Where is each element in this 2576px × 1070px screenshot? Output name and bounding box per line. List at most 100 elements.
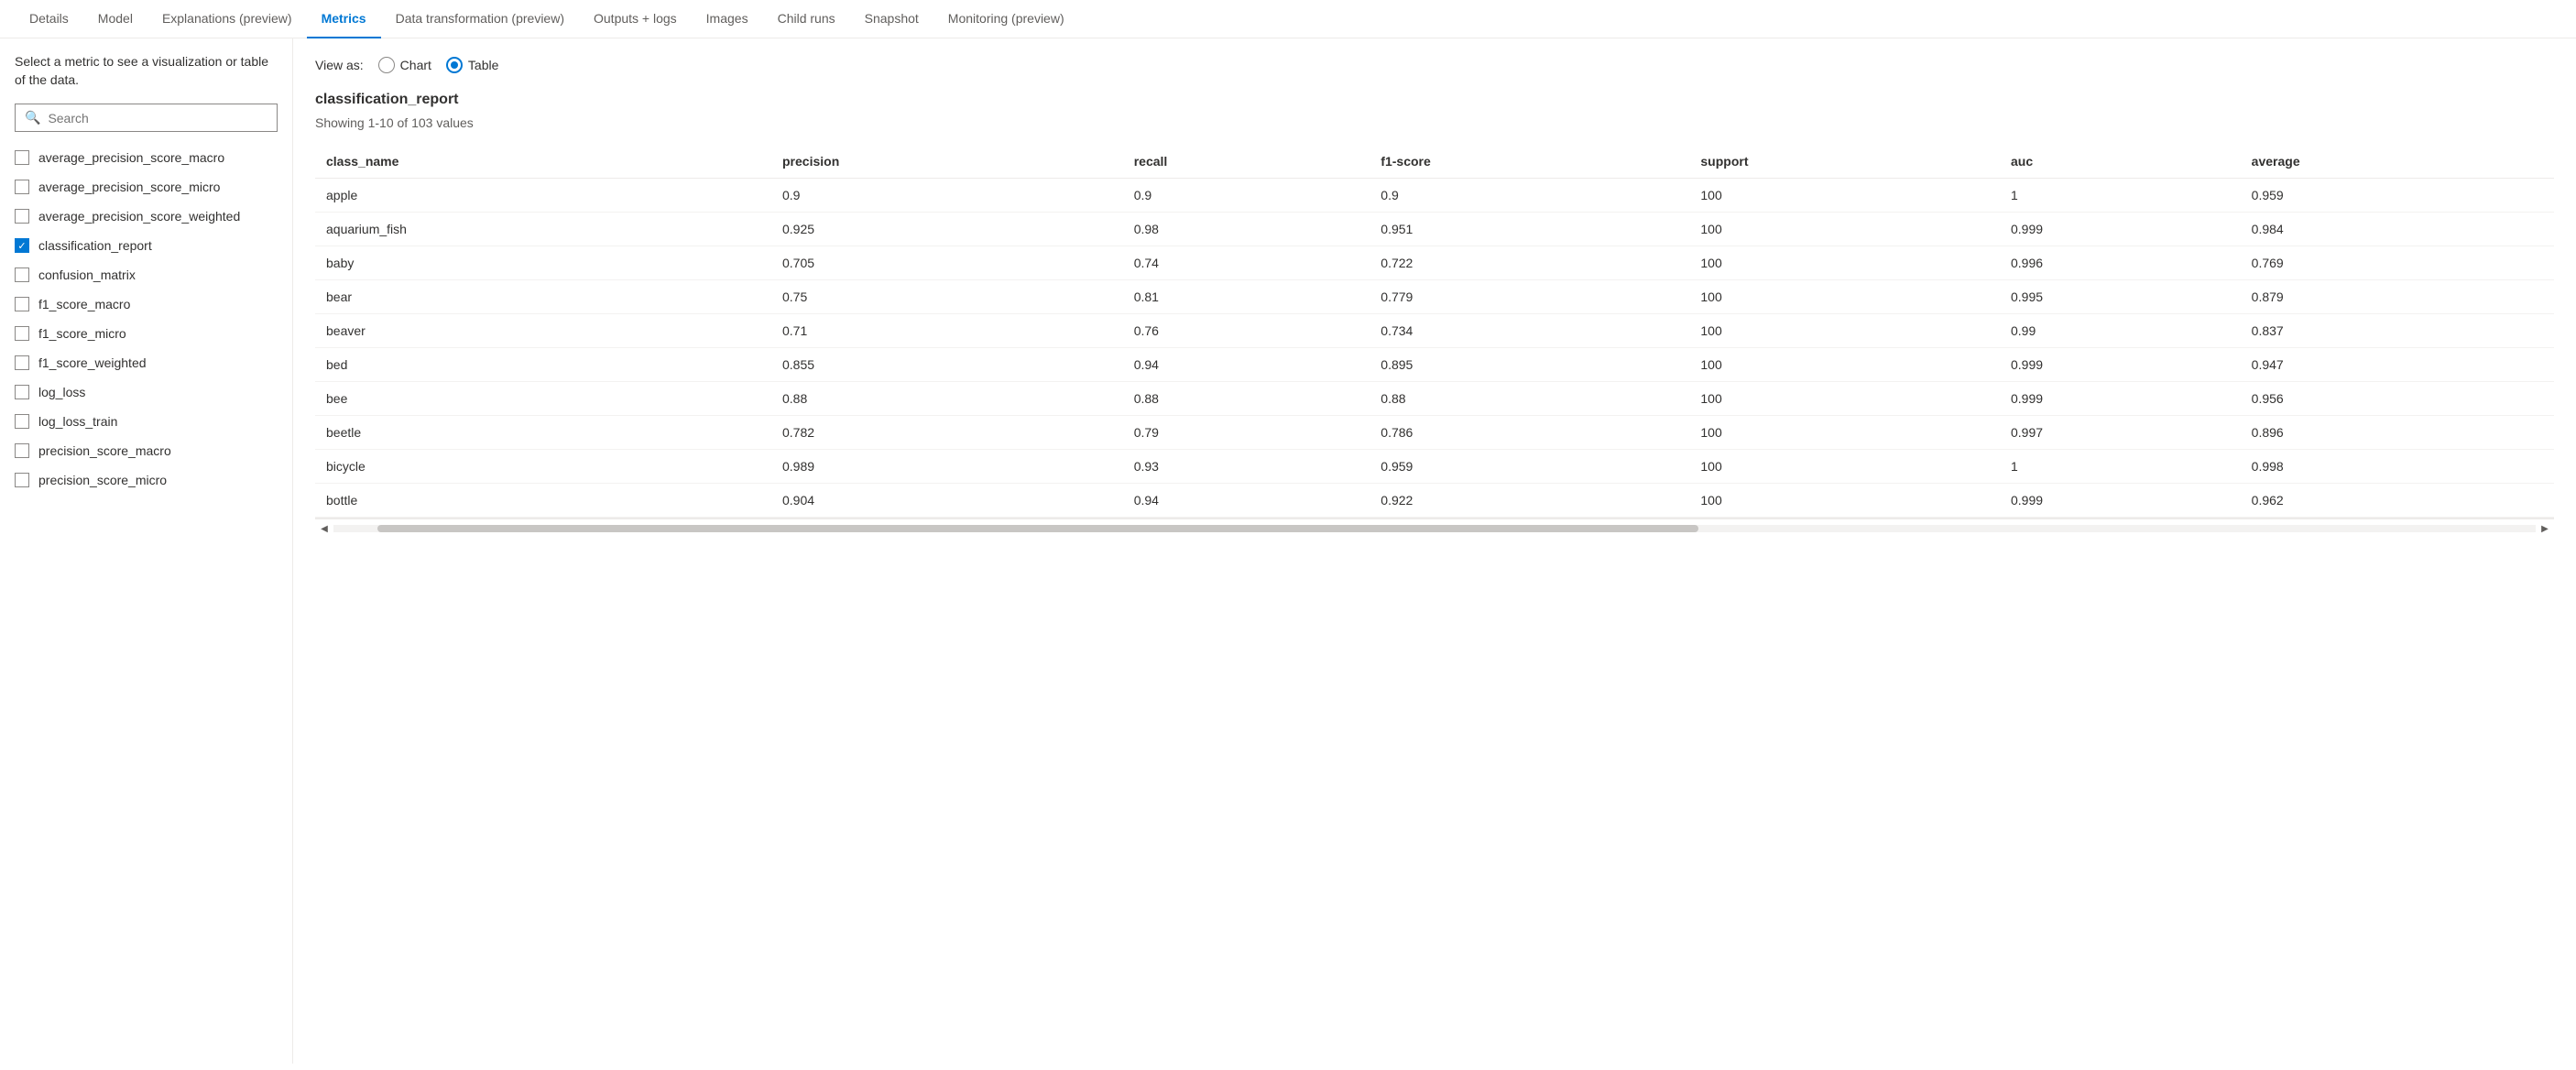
metric-item-avg-precision-micro[interactable]: average_precision_score_micro [0, 172, 292, 202]
cell-r0-c0: apple [315, 179, 771, 213]
tab-monitoring[interactable]: Monitoring (preview) [933, 0, 1079, 38]
chart-radio-circle[interactable] [378, 57, 395, 73]
cell-r6-c1: 0.88 [771, 382, 1123, 416]
tab-details[interactable]: Details [15, 0, 83, 38]
metric-checkbox-classification-report[interactable] [15, 238, 29, 253]
metric-item-f1-score-micro[interactable]: f1_score_micro [0, 319, 292, 348]
cell-r0-c2: 0.9 [1123, 179, 1370, 213]
horizontal-scrollbar[interactable]: ◀ ▶ [315, 519, 2554, 538]
table-body: apple0.90.90.910010.959aquarium_fish0.92… [315, 179, 2554, 518]
search-input[interactable] [48, 111, 267, 126]
cell-r2-c0: baby [315, 246, 771, 280]
tab-metrics[interactable]: Metrics [307, 0, 381, 38]
cell-r1-c2: 0.98 [1123, 213, 1370, 246]
tab-images[interactable]: Images [692, 0, 763, 38]
table-row: beetle0.7820.790.7861000.9970.896 [315, 416, 2554, 450]
table-header: class_nameprecisionrecallf1-scoresupport… [315, 145, 2554, 179]
cell-r7-c5: 0.997 [2000, 416, 2241, 450]
cell-r0-c1: 0.9 [771, 179, 1123, 213]
table-subtitle: Showing 1-10 of 103 values [315, 115, 2554, 130]
cell-r3-c0: bear [315, 280, 771, 314]
cell-r1-c6: 0.984 [2241, 213, 2554, 246]
metric-checkbox-f1-score-weighted[interactable] [15, 355, 29, 370]
metric-checkbox-log-loss-train[interactable] [15, 414, 29, 429]
metric-label-f1-score-macro: f1_score_macro [38, 297, 130, 311]
table-row: beaver0.710.760.7341000.990.837 [315, 314, 2554, 348]
tab-model[interactable]: Model [83, 0, 147, 38]
cell-r9-c6: 0.962 [2241, 484, 2554, 518]
table-radio-option[interactable]: Table [446, 57, 498, 73]
metric-label-confusion-matrix: confusion_matrix [38, 268, 136, 282]
metric-item-precision-score-macro[interactable]: precision_score_macro [0, 436, 292, 465]
cell-r1-c1: 0.925 [771, 213, 1123, 246]
metric-checkbox-avg-precision-weighted[interactable] [15, 209, 29, 224]
cell-r7-c0: beetle [315, 416, 771, 450]
cell-r9-c0: bottle [315, 484, 771, 518]
metric-checkbox-f1-score-micro[interactable] [15, 326, 29, 341]
cell-r9-c3: 0.922 [1370, 484, 1689, 518]
col-header-auc: auc [2000, 145, 2241, 179]
sidebar: Select a metric to see a visualization o… [0, 38, 293, 1064]
cell-r8-c4: 100 [1689, 450, 2000, 484]
metric-checkbox-f1-score-macro[interactable] [15, 297, 29, 311]
col-header-f1-score: f1-score [1370, 145, 1689, 179]
metric-item-log-loss-train[interactable]: log_loss_train [0, 407, 292, 436]
table-radio-circle[interactable] [446, 57, 463, 73]
cell-r5-c5: 0.999 [2000, 348, 2241, 382]
metric-item-confusion-matrix[interactable]: confusion_matrix [0, 260, 292, 289]
cell-r7-c3: 0.786 [1370, 416, 1689, 450]
metric-label-avg-precision-weighted: average_precision_score_weighted [38, 209, 240, 224]
content-area: View as: Chart Table classification_repo… [293, 38, 2576, 1064]
scrollbar-track[interactable] [333, 525, 2536, 532]
metric-label-classification-report: classification_report [38, 238, 152, 253]
metric-label-f1-score-weighted: f1_score_weighted [38, 355, 147, 370]
table-row: apple0.90.90.910010.959 [315, 179, 2554, 213]
metric-item-log-loss[interactable]: log_loss [0, 377, 292, 407]
metric-item-precision-score-micro[interactable]: precision_score_micro [0, 465, 292, 495]
metric-checkbox-precision-score-macro[interactable] [15, 443, 29, 458]
tab-outputs-logs[interactable]: Outputs + logs [579, 0, 692, 38]
metric-label-log-loss-train: log_loss_train [38, 414, 117, 429]
metric-checkbox-precision-score-micro[interactable] [15, 473, 29, 487]
cell-r5-c2: 0.94 [1123, 348, 1370, 382]
cell-r6-c2: 0.88 [1123, 382, 1370, 416]
metric-item-avg-precision-weighted[interactable]: average_precision_score_weighted [0, 202, 292, 231]
tab-child-runs[interactable]: Child runs [763, 0, 850, 38]
cell-r4-c1: 0.71 [771, 314, 1123, 348]
cell-r3-c6: 0.879 [2241, 280, 2554, 314]
table-row: baby0.7050.740.7221000.9960.769 [315, 246, 2554, 280]
scroll-right-arrow[interactable]: ▶ [2536, 521, 2554, 536]
metrics-list: average_precision_score_macroaverage_pre… [0, 143, 292, 1049]
scroll-left-arrow[interactable]: ◀ [315, 521, 333, 536]
cell-r4-c5: 0.99 [2000, 314, 2241, 348]
table-title: classification_report [315, 92, 2554, 108]
metric-item-f1-score-macro[interactable]: f1_score_macro [0, 289, 292, 319]
table-row: aquarium_fish0.9250.980.9511000.9990.984 [315, 213, 2554, 246]
search-icon: 🔍 [25, 110, 40, 126]
cell-r6-c4: 100 [1689, 382, 2000, 416]
chart-radio-option[interactable]: Chart [378, 57, 431, 73]
metric-checkbox-log-loss[interactable] [15, 385, 29, 399]
tab-snapshot[interactable]: Snapshot [850, 0, 933, 38]
cell-r5-c6: 0.947 [2241, 348, 2554, 382]
metric-checkbox-avg-precision-macro[interactable] [15, 150, 29, 165]
cell-r8-c3: 0.959 [1370, 450, 1689, 484]
metric-checkbox-avg-precision-micro[interactable] [15, 180, 29, 194]
view-as-row: View as: Chart Table [315, 57, 2554, 73]
scrollbar-thumb[interactable] [377, 525, 1698, 532]
header-row: class_nameprecisionrecallf1-scoresupport… [315, 145, 2554, 179]
cell-r1-c5: 0.999 [2000, 213, 2241, 246]
metric-item-f1-score-weighted[interactable]: f1_score_weighted [0, 348, 292, 377]
tab-data-transformation[interactable]: Data transformation (preview) [381, 0, 579, 38]
data-table-wrapper[interactable]: class_nameprecisionrecallf1-scoresupport… [315, 145, 2554, 519]
cell-r8-c6: 0.998 [2241, 450, 2554, 484]
search-box[interactable]: 🔍 [15, 104, 278, 132]
metric-label-precision-score-micro: precision_score_micro [38, 473, 167, 487]
main-layout: Select a metric to see a visualization o… [0, 38, 2576, 1064]
metric-checkbox-confusion-matrix[interactable] [15, 268, 29, 282]
tab-explanations[interactable]: Explanations (preview) [147, 0, 307, 38]
metric-item-avg-precision-macro[interactable]: average_precision_score_macro [0, 143, 292, 172]
metric-item-classification-report[interactable]: classification_report [0, 231, 292, 260]
table-row: bear0.750.810.7791000.9950.879 [315, 280, 2554, 314]
cell-r1-c0: aquarium_fish [315, 213, 771, 246]
